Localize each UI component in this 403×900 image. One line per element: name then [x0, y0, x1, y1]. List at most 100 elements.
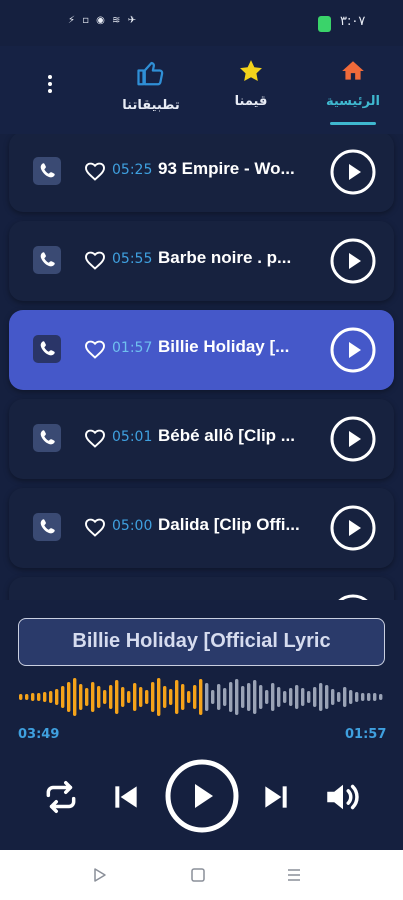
- play-track-button[interactable]: [329, 415, 377, 463]
- play-track-button[interactable]: [329, 237, 377, 285]
- back-nav-icon[interactable]: [91, 866, 109, 884]
- phone-icon: [40, 430, 55, 445]
- waveform-bar-played: [151, 682, 155, 712]
- track-title: Barbe noire . p...: [158, 248, 292, 267]
- now-playing-title: Billie Holiday [Official Lyric: [18, 618, 385, 666]
- waveform-bar-played: [163, 686, 167, 708]
- active-tab-indicator: [330, 122, 376, 125]
- tab-home[interactable]: الرئيسية: [308, 58, 398, 109]
- waveform-bar-remaining: [349, 690, 353, 704]
- waveform-bar-played: [37, 693, 41, 701]
- repeat-icon[interactable]: [42, 778, 80, 816]
- waveform-bar-played: [91, 682, 95, 712]
- ringtone-icon[interactable]: [33, 246, 61, 274]
- track-title: 93 Empire - Wo...: [158, 159, 295, 178]
- waveform-bar-remaining: [277, 687, 281, 707]
- star-icon: [240, 60, 262, 81]
- track-title: Bébé allô [Clip ...: [158, 426, 295, 445]
- waveform-bar-remaining: [205, 683, 209, 711]
- track-title: Dalida [Clip Offi...: [158, 515, 300, 534]
- play-track-button[interactable]: [329, 326, 377, 374]
- phone-icon: [40, 341, 55, 356]
- waveform-bar-remaining: [253, 680, 257, 714]
- elapsed-time: 03:49: [18, 727, 60, 742]
- play-track-button[interactable]: [329, 148, 377, 196]
- battery-icon: [318, 16, 331, 32]
- favorite-heart-icon[interactable]: [83, 515, 107, 539]
- track-duration: 05:00: [112, 518, 153, 534]
- waveform-bar-remaining: [295, 685, 299, 709]
- waveform-bar-remaining: [223, 688, 227, 706]
- waveform-bar-played: [175, 680, 179, 714]
- home-nav-icon[interactable]: [189, 866, 207, 884]
- waveform-bar-played: [79, 684, 83, 710]
- waveform-bar-played: [49, 691, 53, 703]
- waveform-bar-remaining: [301, 688, 305, 706]
- waveform-bar-remaining: [319, 683, 323, 711]
- waveform-bar-played: [199, 679, 203, 715]
- waveform-bar-played: [139, 687, 143, 707]
- waveform-bar-remaining: [355, 692, 359, 702]
- status-bar: ⚡ ▫ ◉ ≋ ✈ ٣:٠٧: [0, 0, 403, 46]
- waveform-bar-played: [187, 691, 191, 703]
- favorite-heart-icon[interactable]: [83, 426, 107, 450]
- recents-nav-icon[interactable]: [285, 866, 303, 884]
- waveform-bar-remaining: [265, 690, 269, 704]
- waveform-bar-played: [127, 691, 131, 703]
- waveform-bar-remaining: [373, 693, 377, 701]
- waveform-bar-remaining: [379, 694, 383, 700]
- waveform-bar-played: [145, 690, 149, 704]
- track-row-active[interactable]: 01:57 Billie Holiday [...: [9, 310, 394, 390]
- status-icons-text: ⚡ ▫ ◉ ≋ ✈: [68, 15, 138, 26]
- track-list[interactable]: 05:25 93 Empire - Wo... 05:55 Barbe noir…: [0, 134, 403, 600]
- volume-icon[interactable]: [322, 776, 364, 818]
- favorite-heart-icon[interactable]: [83, 159, 107, 183]
- waveform-bar-played: [121, 687, 125, 707]
- waveform-bar-remaining: [313, 687, 317, 707]
- phone-icon: [40, 519, 55, 534]
- track-row[interactable]: 05:01 Bébé allô [Clip ...: [9, 399, 394, 479]
- waveform-bar-remaining: [211, 690, 215, 704]
- favorite-heart-icon[interactable]: [83, 248, 107, 272]
- tab-label: تطبيقاتنا: [122, 98, 180, 113]
- tab-bar: تطبيقاتنا قيمنا الرئيسية: [0, 46, 403, 134]
- ringtone-icon[interactable]: [33, 157, 61, 185]
- tab-our-apps[interactable]: تطبيقاتنا: [106, 58, 196, 113]
- system-nav-bar: [0, 850, 403, 900]
- track-row[interactable]: 05:55 Barbe noire . p...: [9, 221, 394, 301]
- track-row[interactable]: 05:25 93 Empire - Wo...: [9, 134, 394, 212]
- ringtone-icon[interactable]: [33, 513, 61, 541]
- total-time: 01:57: [345, 727, 387, 742]
- ringtone-icon[interactable]: [33, 424, 61, 452]
- waveform-bar-remaining: [331, 689, 335, 705]
- play-track-button[interactable]: [329, 504, 377, 552]
- waveform-bar-remaining: [283, 691, 287, 703]
- waveform-bar-remaining: [289, 688, 293, 706]
- tab-label: الرئيسية: [325, 94, 381, 109]
- tab-rate-us[interactable]: قيمنا: [206, 58, 296, 109]
- play-pause-button[interactable]: [164, 758, 240, 834]
- waveform-bar-played: [133, 683, 137, 711]
- waveform-bar-remaining: [343, 687, 347, 707]
- waveform-bar-remaining: [259, 685, 263, 709]
- waveform-bar-remaining: [367, 693, 371, 701]
- tab-label: قيمنا: [234, 94, 268, 109]
- previous-track-icon[interactable]: [110, 781, 142, 813]
- waveform-bar-played: [31, 693, 35, 701]
- track-row-partial[interactable]: [9, 577, 394, 600]
- track-duration: 05:55: [112, 251, 153, 267]
- waveform-seekbar[interactable]: [18, 672, 384, 722]
- track-row[interactable]: 05:00 Dalida [Clip Offi...: [9, 488, 394, 568]
- play-track-button[interactable]: [329, 593, 377, 600]
- waveform-bar-remaining: [217, 684, 221, 710]
- overflow-menu-icon[interactable]: [38, 72, 62, 102]
- waveform-bar-played: [43, 692, 47, 702]
- waveform-bar-played: [97, 686, 101, 708]
- waveform-bar-remaining: [325, 685, 329, 709]
- favorite-heart-icon[interactable]: [83, 337, 107, 361]
- track-duration: 01:57: [112, 340, 153, 356]
- ringtone-icon[interactable]: [33, 335, 61, 363]
- waveform-bar-played: [55, 689, 59, 705]
- next-track-icon[interactable]: [260, 781, 292, 813]
- waveform-bar-played: [25, 694, 29, 700]
